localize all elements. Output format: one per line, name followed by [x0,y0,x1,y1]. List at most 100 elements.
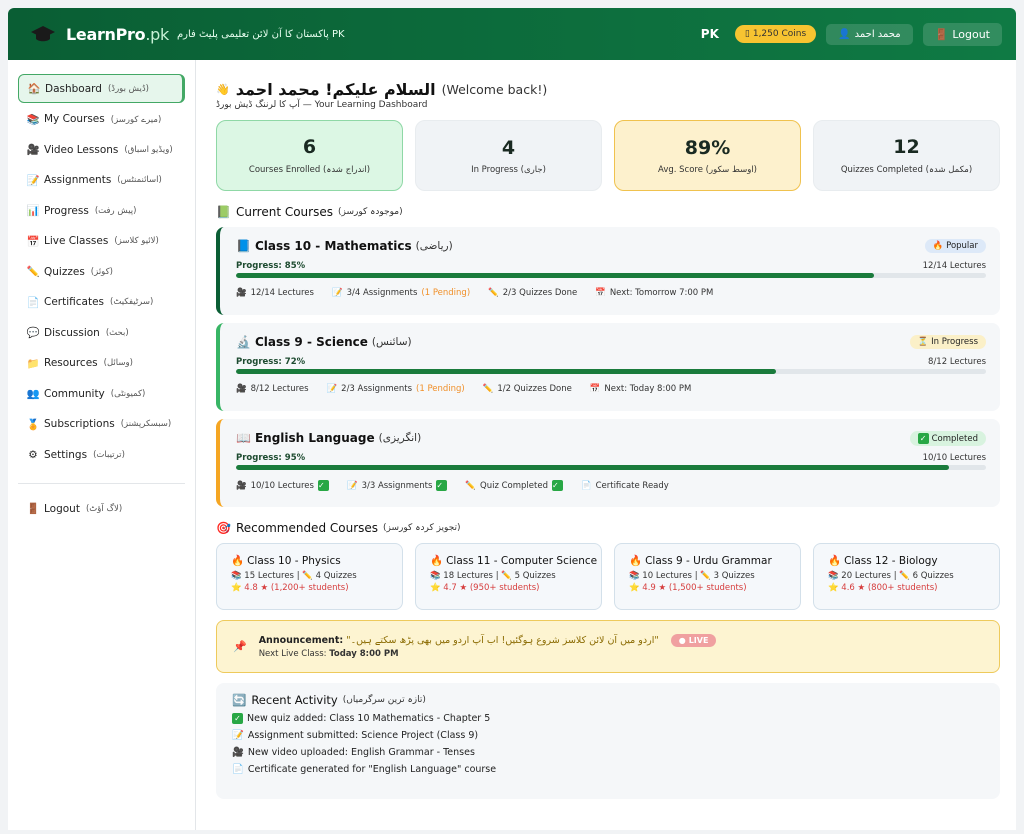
folder-icon: 📁 [26,357,40,370]
stat-card-enrolled[interactable]: 6 Courses Enrolled (اندراج شدہ) [216,120,403,191]
sidebar-item-community[interactable]: 👥 Community (کمیونٹی) [18,379,185,408]
activity-item: ✓ New quiz added: Class 10 Mathematics - … [232,713,984,724]
check-icon: ✓ [551,480,563,491]
progress-bar [236,273,986,278]
coins-badge[interactable]: ▯ 1,250 Coins [734,25,817,43]
star-icon: ⭐ [629,583,640,593]
sidebar-item-resources[interactable]: 📁 Resources (وسائل) [18,349,185,378]
brand-logo[interactable]: LearnPro.pk [66,25,169,44]
live-dot-icon: ● [678,636,686,645]
activity-item: 📝 Assignment submitted: Science Project (… [232,730,479,741]
page-icon: 📄 [580,480,592,491]
current-courses-heading: 📗 Current Courses (موجودہ کورسز) [216,205,403,219]
check-icon: ✓ [317,480,329,491]
people-icon: 👥 [26,388,40,400]
status-badge: 🔥 Popular [924,239,986,253]
page-icon: 📄 [26,296,40,309]
check-icon: ✓ [436,480,448,491]
home-icon: 🏠 [27,83,41,95]
recommended-row: 🔥 Class 10 - Physics 📚 15 Lectures | ✏️ 4… [216,543,1000,610]
video-icon: 🎥 [26,144,40,156]
sidebar-item-discussion[interactable]: 💬 Discussion (بحث) [18,318,185,347]
fire-icon: 🔥 [629,555,643,567]
waving-hand-icon: 👋 [216,83,230,96]
user-profile-button[interactable]: 👤 محمد احمد [826,23,913,45]
memo-icon: 📝 [232,730,244,741]
sidebar: 🏠 Dashboard (ڈیش بورڈ) 📚 My Courses (میرے کو… [8,60,196,830]
fire-icon: 🔥 [430,555,444,567]
calendar-icon: 📅 [595,288,606,298]
check-icon: ✓ [232,713,243,724]
course-card-science[interactable]: 🔬 Class 9 - Science (سائنس) ⏳ In Progress P… [216,323,1000,411]
sidebar-item-live-classes[interactable]: 📅 Live Classes (لائیو کلاسز) [18,227,185,256]
pencil-icon: ✏️ [501,571,512,581]
memo-icon: 📝 [26,174,40,187]
pencil-icon: ✏️ [488,288,499,298]
fire-icon: 🔥 [231,555,245,567]
medal-icon: 🏅 [26,418,40,431]
activity-item: 📄 Certificate generated for "English Lang… [232,764,497,775]
progress-bar [236,465,986,470]
sidebar-item-my-courses[interactable]: 📚 My Courses (میرے کورسز) [18,105,185,134]
coin-icon: ▯ [744,29,750,39]
sidebar-item-video-lessons[interactable]: 🎥 Video Lessons (ویڈیو اسباق) [18,135,185,164]
sidebar-item-subscriptions[interactable]: 🏅 Subscriptions (سبسکرپشنز) [18,410,185,439]
video-icon: 🎥 [236,480,247,491]
books-icon: 📚 [629,571,640,581]
header-logout-button[interactable]: 🚪 Logout [922,22,1002,46]
top-header: LearnPro.pk پاکستان کا آن لائن تعلیمی پل… [8,8,1016,60]
pushpin-icon: 📌 [233,640,247,653]
announcement-banner: 📌 Announcement: "اردو میں آن لائن کلاسز … [216,620,1000,673]
sidebar-item-settings[interactable]: ⚙ Settings (ترتیبات) [18,440,185,469]
sidebar-item-quizzes[interactable]: ✏️ Quizzes (کوئز) [18,257,185,286]
hourglass-icon: ⏳ [917,337,929,347]
video-icon: 🎥 [236,384,247,394]
sidebar-item-assignments[interactable]: 📝 Assignments (اسائنمنٹس) [18,166,185,195]
status-badge: ⏳ In Progress [909,335,986,349]
stat-card-in-progress[interactable]: 4 In Progress (جاری) [415,120,602,191]
dashboard-subtitle: آپ کا لرننگ ڈیش بورڈ — Your Learning Das… [216,100,428,110]
progress-bar [236,369,986,374]
stat-card-avg-score[interactable]: 89% Avg. Score (اوسط سکور) [614,120,801,191]
gear-icon: ⚙ [28,448,38,461]
live-badge[interactable]: ● LIVE [670,634,717,647]
chart-icon: 📊 [26,205,40,217]
microscope-icon: 🔬 [236,335,251,349]
main-content: 👋 السلام علیکم! محمد احمد (Welcome back!… [196,60,1016,830]
recommended-card-physics[interactable]: 🔥 Class 10 - Physics 📚 15 Lectures | ✏️ 4… [216,543,403,610]
target-icon: 🎯 [216,521,231,535]
speech-icon: 💬 [26,327,40,339]
memo-icon: 📝 [326,384,338,394]
page-icon: 📄 [232,764,244,775]
recent-activity-panel: 🔄 Recent Activity (تازہ ترین سرگرمیاں) ✓ Ne… [216,683,1000,799]
sidebar-item-progress[interactable]: 📊 Progress (پیش رفت) [18,196,185,225]
recommended-card-biology[interactable]: 🔥 Class 12 - Biology 📚 20 Lectures | ✏️ 6… [813,543,1000,610]
recommended-card-computer-science[interactable]: 🔥 Class 11 - Computer Science 📚 18 Lectur… [415,543,602,610]
pencil-icon: ✏️ [899,571,910,581]
sidebar-item-dashboard[interactable]: 🏠 Dashboard (ڈیش بورڈ) [18,74,185,103]
pencil-icon: ✏️ [26,266,40,278]
star-icon: ⭐ [430,583,441,593]
star-icon: ⭐ [231,583,242,593]
memo-icon: 📝 [331,288,343,298]
stat-card-quizzes[interactable]: 12 Quizzes Completed (مکمل شدہ) [813,120,1000,191]
brand-tagline: پاکستان کا آن لائن تعلیمی پلیٹ فارم PK [176,28,345,40]
video-icon: 🎥 [232,747,244,758]
calendar-icon: 📅 [26,235,40,248]
book-stack-icon: 📗 [216,205,231,219]
door-icon: 🚪 [934,27,949,41]
course-card-mathematics[interactable]: 📘 Class 10 - Mathematics (ریاضی) 🔥 Popular … [216,227,1000,315]
pencil-icon: ✏️ [482,384,494,394]
recommended-card-urdu-grammar[interactable]: 🔥 Class 9 - Urdu Grammar 📚 10 Lectures | … [614,543,801,610]
notebook-icon: 📖 [236,431,251,445]
books-icon: 📚 [231,571,242,581]
pencil-icon: ✏️ [700,571,711,581]
sidebar-item-certificates[interactable]: 📄 Certificates (سرٹیفکیٹ) [18,288,185,317]
check-icon: ✓ [917,433,929,444]
pencil-icon: ✏️ [465,480,477,491]
user-icon: 👤 [838,28,851,40]
star-icon: ⭐ [828,583,839,593]
sidebar-item-logout[interactable]: 🚪 Logout (لاگ آؤٹ) [18,494,185,523]
sidebar-divider [18,483,185,484]
course-card-english[interactable]: 📖 English Language (انگریزی) ✓ Completed Pr… [216,419,1000,507]
